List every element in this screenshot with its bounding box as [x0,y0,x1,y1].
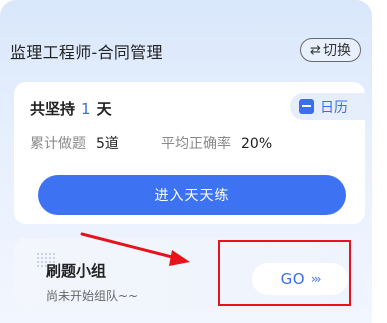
annotation-arrow-icon [80,232,190,266]
